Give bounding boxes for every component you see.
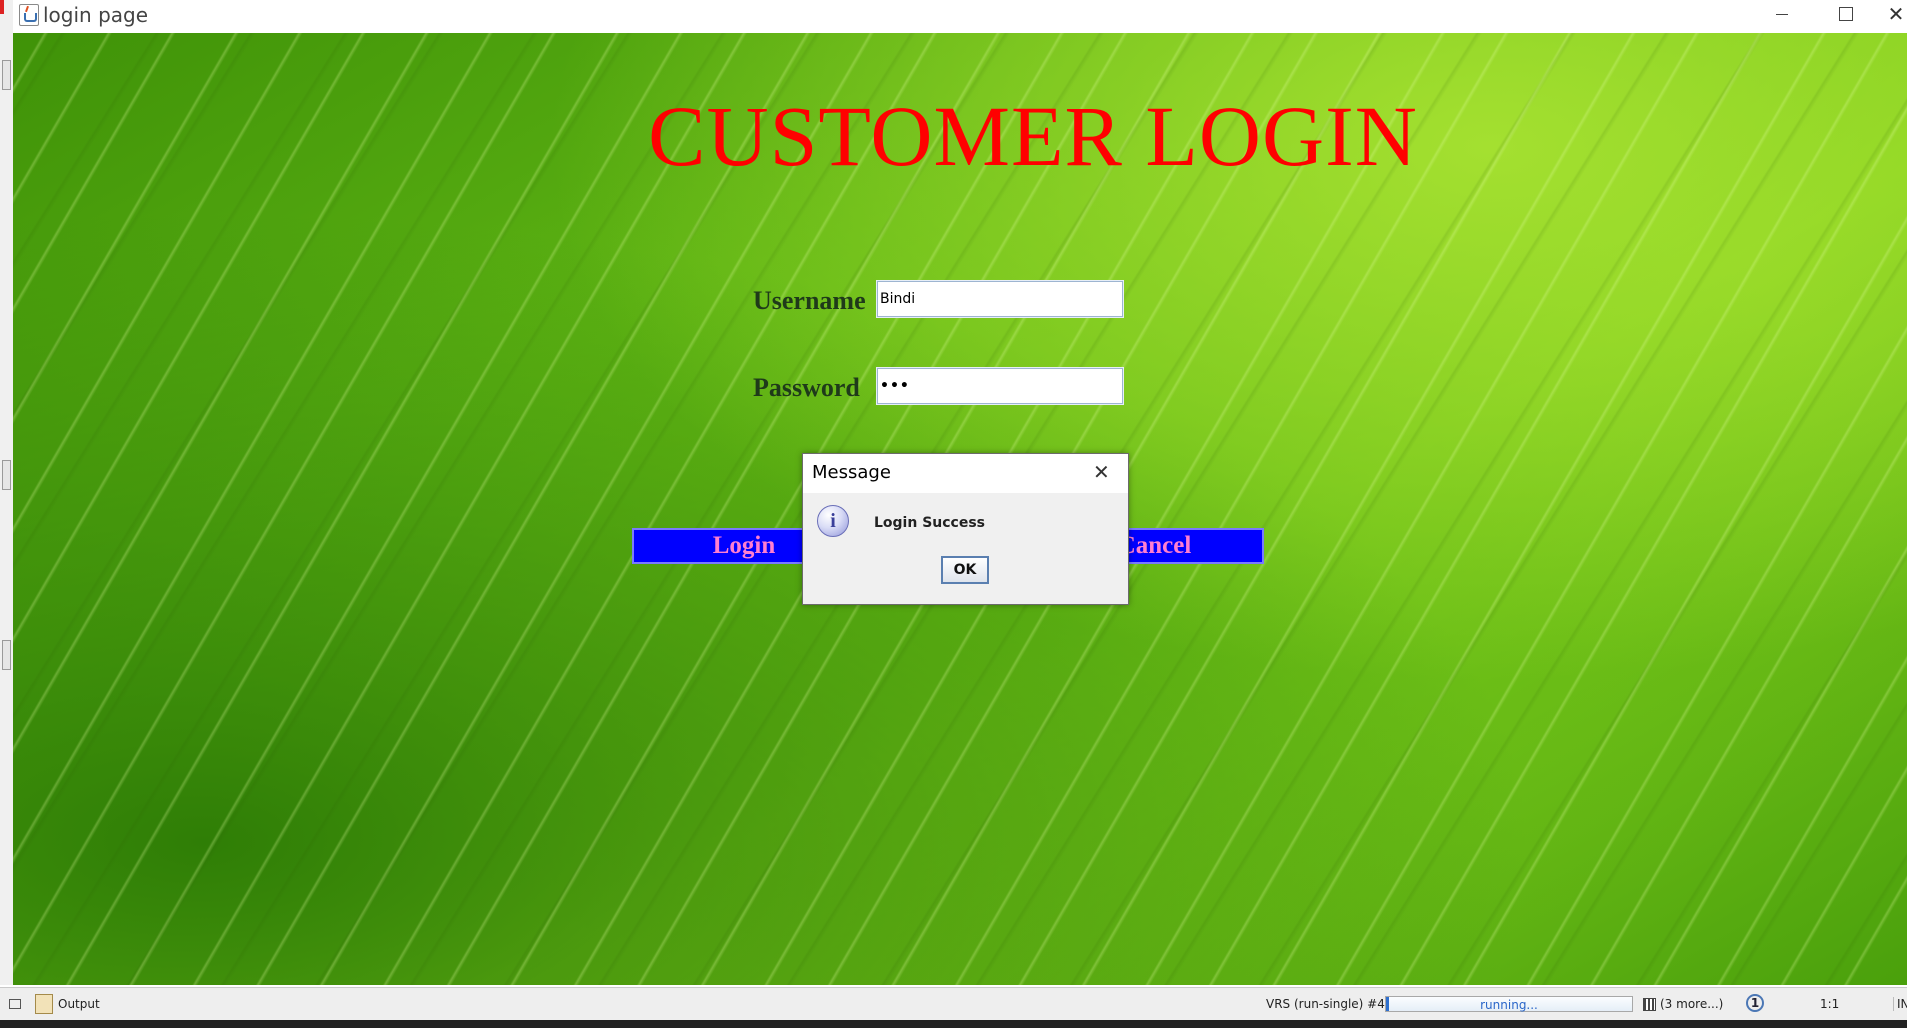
window-titlebar: login page ✕ <box>13 0 1907 33</box>
dialog-titlebar: Message ✕ <box>803 454 1128 493</box>
ide-statusbar: Output VRS (run-single) #4 running... (3… <box>0 987 1907 1021</box>
password-field[interactable] <box>876 367 1124 405</box>
panel-tab[interactable] <box>2 460 11 490</box>
maximize-icon <box>1839 7 1853 21</box>
dialog-message: Login Success <box>874 515 986 531</box>
close-button[interactable]: ✕ <box>1881 0 1907 28</box>
task-progress-bar[interactable]: running... <box>1385 996 1633 1012</box>
notification-icon[interactable]: 1 <box>1746 994 1764 1012</box>
progress-text: running... <box>1480 998 1538 1012</box>
left-edge-panel <box>0 0 14 985</box>
insert-mode-indicator: INS <box>1893 997 1907 1011</box>
more-tasks-link[interactable]: (3 more...) <box>1660 997 1723 1011</box>
panel-tab[interactable] <box>2 60 11 90</box>
dialog-title: Message <box>812 462 891 483</box>
minimize-icon <box>1776 13 1788 15</box>
tasks-icon[interactable] <box>1643 998 1656 1011</box>
page-title: CUSTOMER LOGIN <box>648 88 1418 184</box>
info-icon: i <box>817 505 849 537</box>
window-title: login page <box>43 3 149 27</box>
username-label: Username <box>753 286 866 315</box>
restore-window-icon[interactable] <box>9 999 21 1009</box>
dialog-close-button[interactable]: ✕ <box>1093 460 1110 484</box>
running-task-label: VRS (run-single) #4 <box>1266 997 1385 1011</box>
username-field[interactable] <box>876 280 1124 318</box>
output-tab-label[interactable]: Output <box>58 997 100 1011</box>
red-indicator <box>0 0 4 14</box>
bottom-border <box>0 1020 1907 1028</box>
message-dialog: Message ✕ i Login Success OK <box>802 453 1129 605</box>
leaf-background-panel: CUSTOMER LOGIN Username Password Login C… <box>13 33 1907 985</box>
panel-tab[interactable] <box>2 640 11 670</box>
minimize-button[interactable] <box>1753 0 1811 28</box>
java-app-icon <box>19 4 39 26</box>
maximize-button[interactable] <box>1817 0 1875 28</box>
password-label: Password <box>753 373 860 402</box>
cursor-position: 1:1 <box>1820 997 1840 1011</box>
ok-button[interactable]: OK <box>941 556 989 584</box>
output-icon[interactable] <box>35 994 53 1014</box>
